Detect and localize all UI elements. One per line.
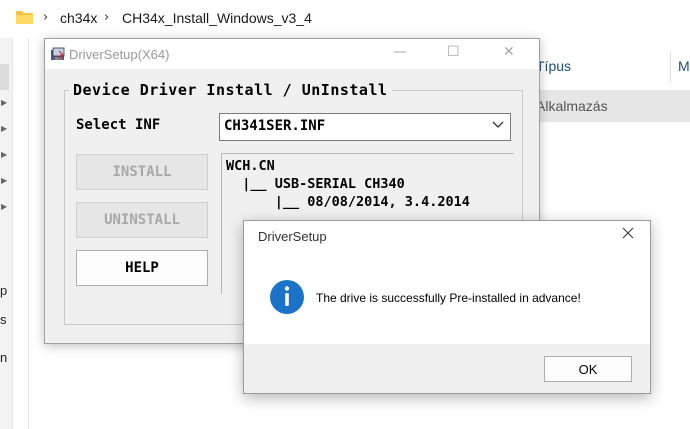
driver-setup-app-icon [51, 47, 65, 60]
help-button[interactable]: HELP [76, 250, 208, 286]
breadcrumb-item-install-folder[interactable]: CH34x_Install_Windows_v3_4 [122, 10, 312, 26]
file-row-selected[interactable]: Alkalmazás [536, 90, 690, 122]
folder-icon [16, 11, 33, 24]
info-line: |__ 08/08/2014, 3.4.2014 [226, 194, 470, 210]
expand-arrow-icon[interactable]: ▶ [1, 202, 7, 211]
column-header-type[interactable]: Típus [536, 58, 571, 74]
expand-arrow-icon[interactable]: ▶ [1, 98, 7, 107]
expand-arrow-icon[interactable]: ▶ [1, 150, 7, 159]
close-icon[interactable]: ✕ [503, 44, 515, 60]
expand-arrow-icon[interactable]: ▶ [1, 124, 7, 133]
breadcrumb-item-ch34x[interactable]: ch34x [60, 10, 97, 26]
file-type-cell: Alkalmazás [536, 98, 608, 114]
nav-selected-item[interactable] [0, 64, 9, 90]
dialog-title: DriverSetup [258, 229, 327, 244]
navigation-pane: ▶ ▶ ▶ ▶ ▶ [0, 38, 13, 429]
column-divider[interactable] [670, 52, 671, 82]
pane-divider [28, 38, 29, 429]
nav-item-fragment[interactable]: p [0, 283, 7, 298]
minimize-icon[interactable]: — [393, 44, 407, 60]
expand-arrow-icon[interactable]: ▶ [1, 176, 7, 185]
message-dialog: DriverSetup The drive is successfully Pr… [243, 220, 651, 394]
chevron-right-icon: › [43, 10, 49, 25]
info-line: |__ USB-SERIAL CH340 [226, 176, 405, 192]
close-icon[interactable] [620, 225, 636, 241]
inf-select-dropdown[interactable]: CH341SER.INF [219, 113, 511, 141]
nav-item-fragment[interactable]: s [0, 312, 7, 327]
group-title: Device Driver Install / UnInstall [69, 81, 392, 99]
inf-select-value: CH341SER.INF [224, 118, 326, 134]
uninstall-button[interactable]: UNINSTALL [76, 202, 208, 238]
info-icon [270, 280, 304, 314]
info-line: WCH.CN [226, 158, 275, 174]
chevron-down-icon[interactable] [492, 120, 504, 130]
title-bar[interactable]: DriverSetup(X64) — ☐ ✕ [45, 39, 539, 69]
dialog-message: The drive is successfully Pre-installed … [316, 291, 581, 305]
nav-item-fragment[interactable]: n [0, 350, 7, 365]
chevron-right-icon: › [104, 10, 110, 25]
ok-button[interactable]: OK [544, 356, 632, 382]
address-bar[interactable]: › ch34x › CH34x_Install_Windows_v3_4 [0, 0, 690, 38]
select-inf-label: Select INF [76, 117, 161, 133]
dialog-footer: OK [244, 344, 650, 393]
column-header-size[interactable]: M [678, 58, 690, 74]
window-title: DriverSetup(X64) [69, 47, 170, 62]
maximize-icon[interactable]: ☐ [447, 44, 460, 60]
install-button[interactable]: INSTALL [76, 154, 208, 190]
